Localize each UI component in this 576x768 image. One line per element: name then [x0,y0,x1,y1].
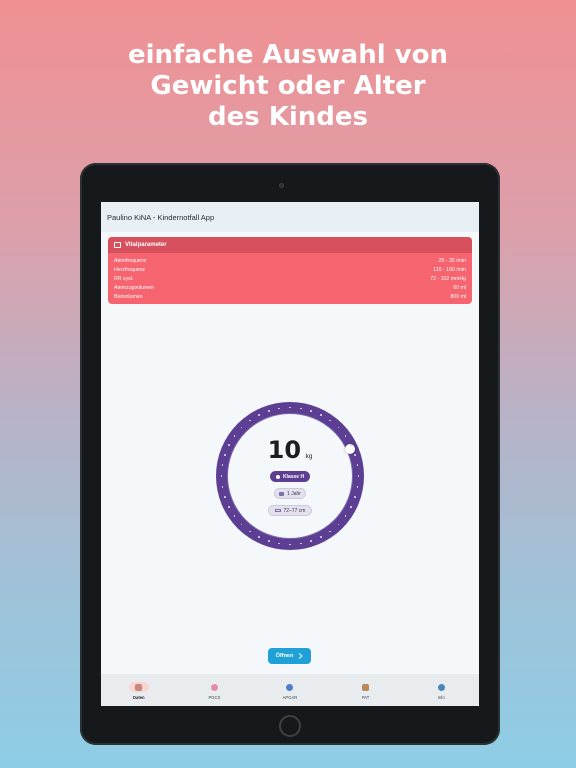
vital-card-title: Vitalparameter [125,242,167,248]
length-label: 72–77 cm [283,507,306,514]
class-chip: Klasse H [270,471,310,482]
vital-parameters-card[interactable]: Vitalparameter Atemfrequenz 25 - 35 /min… [108,237,472,304]
promo-headline: einfache Auswahl von Gewicht oder Alter … [0,40,576,133]
monitor-icon [114,242,121,248]
age-label: 1 Jahr [287,490,301,497]
home-button[interactable] [279,715,301,737]
headline-line-2: Gewicht oder Alter [150,71,426,101]
app-bar: Paulino KiNA - Kindernotfall App [101,202,479,232]
vital-label: Atemfrequenz [114,257,147,264]
app-title: Paulino KiNA - Kindernotfall App [107,212,215,222]
dial-tick [228,506,230,508]
weight-value: 10 [267,436,302,464]
nav-label: APGAR [282,695,298,700]
vital-row: Blutvolumen 800 ml [114,292,466,301]
length-chip: 72–77 cm [268,505,312,516]
open-button[interactable]: Öffnen [268,648,311,664]
vital-label: RR syst. [114,275,134,282]
clipboard-icon [362,683,370,691]
dial-tick [320,536,322,538]
open-button-label: Öffnen [275,653,294,659]
brain-icon [210,683,218,691]
cake-icon [279,491,285,496]
vital-label: Atemzugvolumen [114,284,155,291]
dial-tick [221,464,224,467]
vital-value: 60 ml [453,284,466,291]
dial-tick [258,536,260,538]
dial-tick [224,496,226,498]
nav-item-daten[interactable]: Daten [101,674,177,706]
dial-tick [354,496,356,498]
weight-selector-dial[interactable]: 10 kg Klasse H 1 Jahr 72–77 cm [216,402,364,550]
headline-line-1: einfache Auswahl von [128,40,448,70]
nav-icon-container [128,682,149,692]
nav-item-apgar[interactable]: APGAR [252,674,328,706]
vital-value: 800 ml [450,293,466,300]
dial-tick [320,414,322,416]
nav-icon-container [204,682,224,692]
dial-tick [268,540,270,542]
nav-item-pat[interactable]: PAT [328,674,404,706]
dial-tick [278,407,281,410]
dial-tick [344,434,347,437]
nav-label: Info [437,695,445,700]
dial-tick [310,410,312,412]
weight-display: 10 kg [216,436,364,464]
vital-rows: Atemfrequenz 25 - 35 /min Herzfrequenz 1… [108,253,472,301]
vital-value: 110 - 160 /min [433,266,466,273]
vital-row: RR syst. 72 - 102 mmHg [114,274,466,283]
nav-icon-container [356,682,376,692]
nav-item-pgcs[interactable]: PGCS [177,674,253,706]
vital-row: Atemzugvolumen 60 ml [114,283,466,292]
class-icon [275,474,280,479]
info-icon [437,683,445,691]
bottom-navigation: Daten PGCS APGAR PAT Info [101,674,479,706]
class-label: Klasse H [282,473,305,480]
nav-icon-container [280,682,300,692]
weight-unit: kg [305,453,313,460]
dial-tick [350,506,352,508]
vital-row: Atemfrequenz 25 - 35 /min [114,256,466,265]
nav-label: PGCS [208,695,221,700]
dial-tick [248,530,251,533]
vital-value: 25 - 35 /min [438,257,466,264]
vital-label: Blutvolumen [114,293,143,300]
dial-tick [310,540,312,542]
ruler-icon [274,509,281,512]
nav-label: PAT [361,695,370,700]
dial-tick [228,444,230,446]
dial-tick [354,454,356,456]
app-screen: Paulino KiNA - Kindernotfall App Vitalpa… [101,202,479,706]
vital-value: 72 - 102 mmHg [430,275,466,282]
camera-icon [279,183,284,188]
dial-tick [350,444,352,446]
dial-tick [268,410,270,412]
dial-tick [299,407,302,410]
stethoscope-icon [286,683,294,691]
headline-line-3: des Kindes [207,102,369,132]
age-chip: 1 Jahr [274,488,306,499]
chevron-right-icon [299,653,304,659]
baby-icon [135,683,143,691]
nav-item-info[interactable]: Info [403,674,479,706]
nav-icon-container [431,682,451,692]
nav-label: Daten [132,695,145,700]
dial-tick [224,454,226,456]
vital-card-header: Vitalparameter [108,237,472,253]
vital-label: Herzfrequenz [114,266,146,273]
dial-tick [258,414,260,416]
vital-row: Herzfrequenz 110 - 160 /min [114,265,466,274]
dial-tick [221,485,224,488]
